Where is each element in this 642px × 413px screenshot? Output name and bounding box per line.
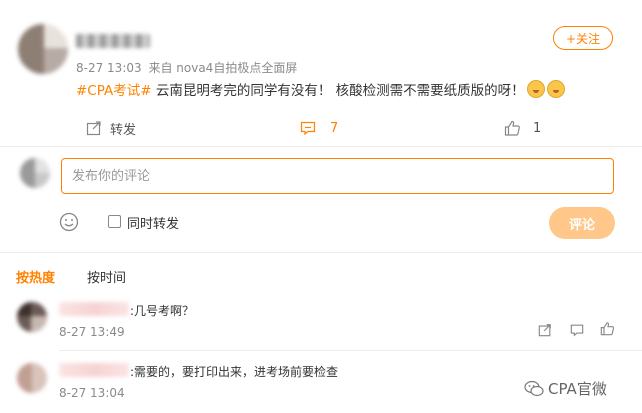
post-source: 来自 nova4自拍极点全面屏 bbox=[148, 61, 298, 75]
comment-time: 8-27 13:04 bbox=[59, 386, 125, 400]
avatar[interactable] bbox=[17, 363, 47, 393]
repost-checkbox[interactable] bbox=[108, 215, 121, 228]
comment-input[interactable] bbox=[61, 158, 614, 194]
submit-comment-button[interactable]: 评论 bbox=[549, 207, 615, 239]
post-content: #CPA考试# 云南昆明考完的同学有没有！ 核酸检测需不需要纸质版的呀！ bbox=[76, 79, 565, 99]
emoji-picker-button[interactable] bbox=[59, 212, 79, 232]
comment-repost-button[interactable] bbox=[538, 322, 552, 341]
divider bbox=[0, 146, 642, 147]
avatar[interactable] bbox=[18, 24, 68, 74]
comment-text: :需要的，要打印出来，进考场前要检查 bbox=[130, 365, 339, 379]
post-hashtag[interactable]: #CPA考试# bbox=[76, 83, 152, 99]
commenter-name[interactable] bbox=[59, 363, 129, 377]
follow-label: +关注 bbox=[565, 31, 601, 46]
tab-sort-hot[interactable]: 按热度 bbox=[16, 267, 55, 286]
comment-icon bbox=[570, 324, 584, 337]
emoji-icon bbox=[526, 80, 545, 98]
comment-icon bbox=[300, 121, 316, 136]
thumbs-up-icon bbox=[600, 322, 615, 336]
submit-label: 评论 bbox=[568, 217, 595, 233]
smiley-icon bbox=[59, 212, 79, 232]
divider bbox=[59, 350, 642, 351]
repost-icon bbox=[538, 324, 551, 337]
comment-button[interactable]: 7 bbox=[300, 116, 338, 140]
watermark: CPA官微 bbox=[524, 378, 607, 399]
comment-reply-button[interactable] bbox=[570, 322, 584, 341]
my-avatar bbox=[20, 158, 50, 188]
post-time: 8-27 13:03 bbox=[76, 61, 142, 75]
commenter-name[interactable] bbox=[59, 302, 129, 316]
follow-button[interactable]: +关注 bbox=[553, 26, 613, 50]
post-text: 云南昆明考完的同学有没有！ 核酸检测需不需要纸质版的呀！ bbox=[151, 83, 525, 99]
comment-like-button[interactable] bbox=[600, 321, 615, 340]
like-button[interactable]: 1 bbox=[504, 116, 541, 140]
avatar[interactable] bbox=[17, 302, 47, 332]
wechat-icon bbox=[524, 380, 544, 396]
post-meta: 8-27 13:03 来自 nova4自拍极点全面屏 bbox=[76, 59, 297, 76]
comment-time: 8-27 13:49 bbox=[59, 325, 125, 339]
repost-icon bbox=[86, 121, 101, 136]
comment-text: :几号考啊？ bbox=[130, 304, 195, 318]
emoji-icon bbox=[546, 80, 565, 98]
comment-count: 7 bbox=[330, 120, 339, 136]
author-name[interactable] bbox=[76, 34, 150, 48]
repost-checkbox-label[interactable]: 同时转发 bbox=[127, 213, 179, 232]
like-count: 1 bbox=[533, 120, 542, 136]
repost-button[interactable]: 转发 bbox=[86, 116, 136, 140]
watermark-text: CPA官微 bbox=[548, 380, 607, 398]
divider bbox=[0, 252, 642, 253]
tab-sort-time[interactable]: 按时间 bbox=[87, 267, 126, 286]
repost-label: 转发 bbox=[110, 122, 137, 138]
thumbs-up-icon bbox=[504, 120, 520, 136]
